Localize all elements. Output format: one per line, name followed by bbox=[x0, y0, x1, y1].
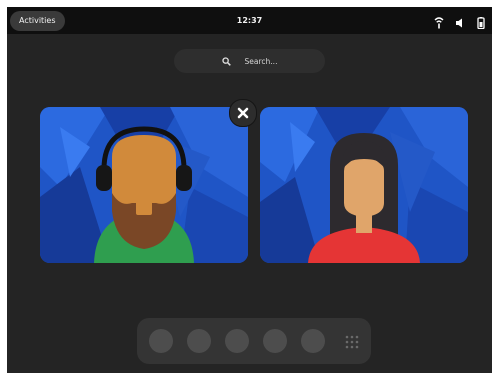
top-bar: Activities 12:37 bbox=[7, 7, 492, 34]
dash-app-3[interactable] bbox=[225, 329, 249, 353]
dash-app-2[interactable] bbox=[187, 329, 211, 353]
wallpaper-man-headphones bbox=[40, 107, 248, 263]
dash bbox=[137, 318, 371, 364]
close-icon bbox=[237, 107, 249, 119]
show-apps-button[interactable] bbox=[345, 334, 359, 349]
search-placeholder: Search... bbox=[244, 56, 278, 66]
volume-icon bbox=[455, 14, 465, 28]
search-field[interactable]: Search... bbox=[174, 49, 325, 73]
battery-icon bbox=[476, 14, 486, 30]
search-icon bbox=[221, 56, 231, 66]
wallpaper-woman-long-hair bbox=[260, 107, 468, 263]
window-thumbnail-woman-long-hair[interactable] bbox=[260, 107, 468, 263]
window-thumbnail-man-with-headphones[interactable] bbox=[40, 107, 248, 263]
close-window-button[interactable] bbox=[229, 99, 257, 127]
clock[interactable]: 12:37 bbox=[7, 7, 492, 34]
network-icon bbox=[434, 14, 444, 29]
desktop-overview: Activities 12:37 Search... bbox=[7, 7, 492, 373]
dash-app-5[interactable] bbox=[301, 329, 325, 353]
dash-app-1[interactable] bbox=[149, 329, 173, 353]
dash-app-4[interactable] bbox=[263, 329, 287, 353]
grid-icon bbox=[345, 335, 359, 349]
system-tray[interactable] bbox=[428, 14, 486, 30]
